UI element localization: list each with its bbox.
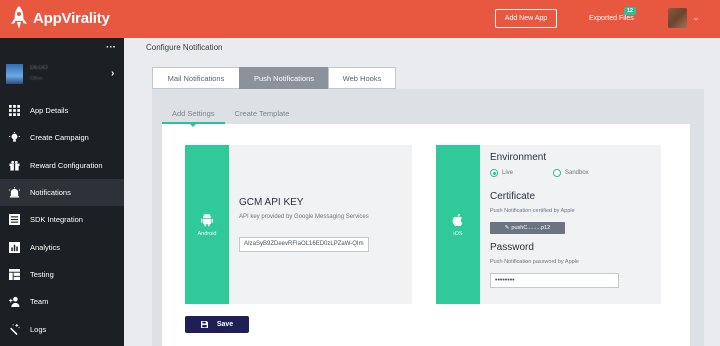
env-live-radio[interactable]: Live [490, 169, 513, 177]
add-new-app-button[interactable]: Add New App [495, 9, 557, 28]
top-header: AppVirality Add New App Exported Files 1… [0, 0, 720, 38]
subtab-create-template[interactable]: Create Template [225, 105, 300, 124]
chevron-right-icon[interactable]: › [111, 68, 114, 79]
sidebar-item-label: Testing [30, 269, 54, 279]
sidebar-item-label: Analytics [30, 242, 61, 252]
password-title: Password [490, 242, 534, 253]
chevron-down-icon[interactable]: ⌄ [692, 14, 700, 22]
sidebar-item-label: Notifications [30, 188, 71, 198]
sidebar-item-label: Logs [30, 324, 47, 334]
floppy-icon [200, 321, 208, 328]
sidebar-item-label: App Details [30, 106, 69, 116]
brand-name: AppVirality [33, 9, 110, 27]
app-thumbnail [6, 64, 23, 84]
bulb-icon [8, 131, 21, 144]
env-sandbox-radio[interactable]: Sandbox [553, 169, 589, 177]
gcm-api-key-title: GCM API KEY [239, 197, 304, 208]
notification-tabs: Mail Notifications Push Notifications We… [152, 67, 396, 89]
app-category: Other [30, 76, 43, 82]
sidebar-item-team[interactable]: Team [0, 288, 124, 315]
env-live-label: Live [502, 170, 514, 176]
tab-mail-notifications[interactable]: Mail Notifications [152, 67, 240, 89]
apple-icon [452, 213, 463, 226]
grid-icon [8, 104, 21, 117]
exported-files-link[interactable]: Exported Files [589, 15, 634, 22]
android-icon [201, 213, 213, 226]
sidebar-item-reward-configuration[interactable]: Reward Configuration [0, 152, 124, 179]
gcm-api-key-description: API key provided by Google Messaging Ser… [239, 214, 369, 220]
sidebar-item-create-campaign[interactable]: Create Campaign [0, 124, 124, 151]
save-label: Save [216, 321, 234, 328]
gcm-api-key-input[interactable]: AIzaSyB9ZDeevRFIaOL16ED0zLPZaW-QIm [239, 237, 369, 252]
rocket-logo-icon [11, 6, 27, 29]
layout-icon [8, 268, 21, 281]
sdk-icon [8, 213, 21, 226]
exported-count-badge: 12 [624, 7, 637, 15]
certificate-file-chip[interactable]: ✎ pushC.........p12 [490, 222, 565, 234]
ios-label: iOS [453, 230, 463, 237]
more-dots-icon[interactable]: ··· [106, 42, 116, 53]
wand-icon [8, 323, 21, 336]
subtab-add-settings[interactable]: Add Settings [162, 105, 225, 127]
android-settings-card: Android GCM API KEY API key provided by … [185, 145, 412, 304]
alarm-icon [8, 186, 21, 199]
brand-logo[interactable]: AppVirality [8, 5, 110, 31]
user-avatar[interactable] [668, 8, 687, 28]
sidebar-item-notifications[interactable]: Notifications [0, 178, 124, 207]
sidebar-item-sdk-integration[interactable]: SDK Integration [0, 206, 124, 233]
add-user-icon [8, 295, 21, 308]
attachment-icon: ✎ [504, 225, 510, 231]
sidebar-item-label: Create Campaign [30, 133, 89, 143]
sidebar-item-label: Team [30, 297, 49, 307]
android-strip: Android [185, 145, 229, 304]
sub-tabs: Add Settings Create Template [162, 105, 300, 127]
tab-push-notifications[interactable]: Push Notifications [239, 67, 329, 89]
sidebar-item-label: Reward Configuration [30, 160, 103, 170]
app-name: DEGO [30, 65, 48, 71]
sidebar-item-label: SDK Integration [30, 215, 83, 225]
tab-web-hooks[interactable]: Web Hooks [328, 67, 396, 89]
android-label: Android [197, 230, 217, 237]
chart-icon [8, 241, 21, 254]
sidebar-item-app-details[interactable]: App Details [0, 97, 124, 124]
ios-settings-card: iOS Environment Live Sandbox Certificate… [436, 145, 661, 304]
page-title: Configure Notification [146, 43, 223, 52]
password-description: Push Notification password by Apple [490, 259, 579, 265]
password-field[interactable]: •••••••• [490, 273, 619, 288]
certificate-title: Certificate [490, 191, 536, 202]
ios-strip: iOS [436, 145, 480, 304]
radio-checked-icon [490, 169, 498, 177]
env-sandbox-label: Sandbox [565, 170, 589, 176]
certificate-description: Push Notification certified by Apple [490, 208, 575, 214]
save-button[interactable]: Save [185, 316, 249, 333]
sidebar-item-logs[interactable]: Logs [0, 315, 124, 342]
sidebar: ··· DEGO Other › App Details Create Camp… [0, 38, 124, 346]
radio-unchecked-icon [553, 169, 561, 177]
sidebar-item-testing[interactable]: Testing [0, 261, 124, 288]
certificate-file-name: pushC.........p12 [511, 225, 551, 231]
environment-title: Environment [490, 152, 547, 163]
sidebar-item-analytics[interactable]: Analytics [0, 233, 124, 260]
gift-icon [8, 159, 21, 172]
sidebar-nav: App Details Create Campaign Reward Confi… [0, 97, 124, 343]
